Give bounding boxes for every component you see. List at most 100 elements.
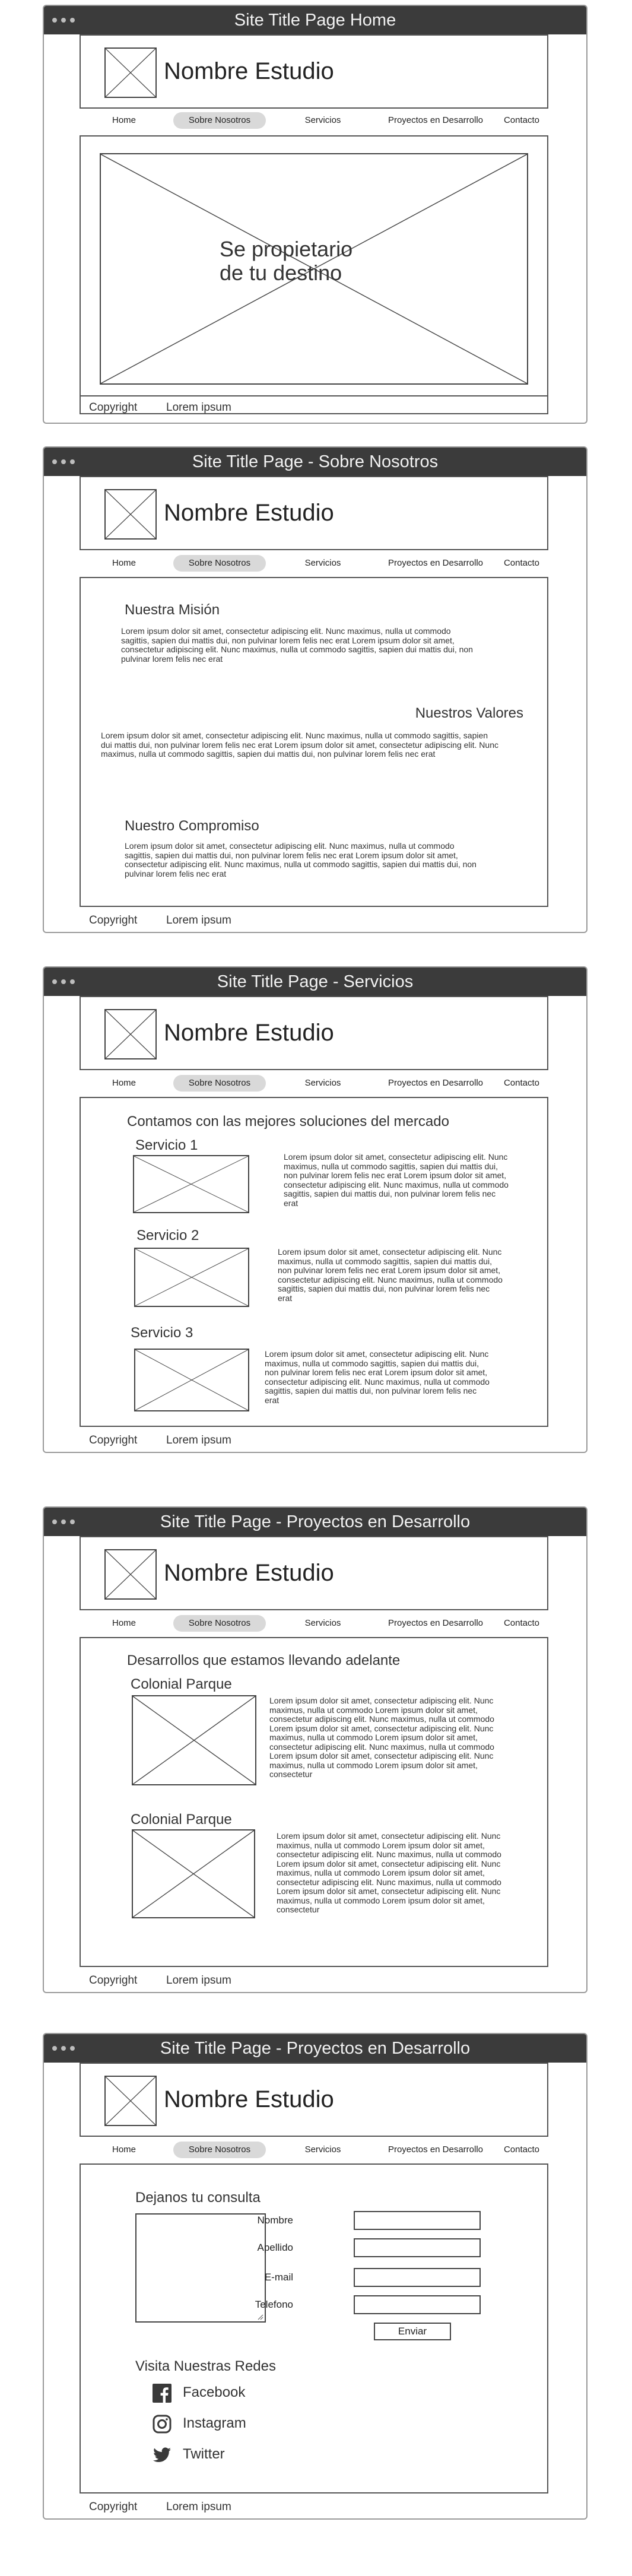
mision-title: Nuestra Misión (125, 602, 220, 618)
facebook-icon[interactable] (152, 2383, 172, 2403)
nav-sobre-nosotros[interactable]: Sobre Nosotros (173, 555, 266, 572)
service-1-title: Servicio 1 (135, 1137, 198, 1153)
instagram-icon[interactable] (152, 2414, 172, 2434)
project-1-text: Lorem ipsum dolor sit amet, consectetur … (269, 1696, 494, 1779)
service-3-text: Lorem ipsum dolor sit amet, consectetur … (265, 1349, 490, 1405)
hero-section: Se propietario de tu destino Copyright L… (80, 135, 548, 414)
project-2-title: Colonial Parque (131, 1812, 232, 1828)
enviar-button[interactable]: Enviar (374, 2323, 451, 2340)
nav-home[interactable]: Home (103, 1615, 145, 1632)
service-1-image (133, 1155, 249, 1213)
main-nav: Home Sobre Nosotros Servicios Proyectos … (80, 2140, 548, 2159)
nav-home[interactable]: Home (103, 1075, 145, 1092)
nav-home[interactable]: Home (103, 555, 145, 572)
telefono-input[interactable] (354, 2295, 481, 2314)
nav-sobre-nosotros[interactable]: Sobre Nosotros (173, 1075, 266, 1092)
footer-copyright: Copyright (89, 401, 138, 414)
brand-name: Nombre Estudio (164, 58, 334, 84)
social-title: Visita Nuestras Redes (135, 2358, 276, 2374)
nombre-input[interactable] (354, 2211, 481, 2230)
window-controls[interactable] (52, 2034, 75, 2063)
nav-sobre-nosotros[interactable]: Sobre Nosotros (173, 2142, 266, 2158)
about-section: Nuestra Misión Lorem ipsum dolor sit ame… (80, 577, 548, 907)
main-nav: Home Sobre Nosotros Servicios Proyectos … (80, 553, 548, 572)
nav-home[interactable]: Home (103, 112, 145, 129)
nav-contacto[interactable]: Contacto (495, 2142, 548, 2158)
footer-copyright: Copyright (89, 914, 138, 927)
compromiso-title: Nuestro Compromiso (125, 818, 259, 834)
footer-lorem: Lorem ipsum (166, 401, 231, 414)
twitter-link[interactable]: Twitter (183, 2446, 225, 2463)
window-title: Site Title Page - Sobre Nosotros (192, 452, 439, 471)
brand-name: Nombre Estudio (164, 1020, 334, 1046)
services-section: Contamos con las mejores soluciones del … (80, 1097, 548, 1427)
valores-title: Nuestros Valores (415, 705, 523, 721)
window-titlebar: Site Title Page Home (44, 6, 586, 34)
nav-contacto[interactable]: Contacto (495, 112, 548, 129)
window-controls[interactable] (52, 1508, 75, 1536)
footer-lorem: Lorem ipsum (166, 1974, 231, 1987)
hero-line-2: de tu destino (220, 261, 342, 285)
nav-proyectos[interactable]: Proyectos en Desarrollo (376, 555, 495, 572)
window-sobre-nosotros: Site Title Page - Sobre Nosotros Nombre … (43, 446, 587, 933)
nav-servicios[interactable]: Servicios (293, 2142, 352, 2158)
window-titlebar: Site Title Page - Sobre Nosotros (44, 448, 586, 476)
form-title: Dejanos tu consulta (135, 2190, 261, 2206)
brand-name: Nombre Estudio (164, 2086, 334, 2112)
project-1-image (132, 1695, 256, 1785)
nav-proyectos[interactable]: Proyectos en Desarrollo (376, 2142, 495, 2158)
service-2-image (134, 1248, 249, 1307)
nav-proyectos[interactable]: Proyectos en Desarrollo (376, 112, 495, 129)
nav-sobre-nosotros[interactable]: Sobre Nosotros (173, 1615, 266, 1632)
window-controls[interactable] (52, 448, 75, 476)
resize-grip-icon[interactable] (256, 2313, 263, 2320)
nav-contacto[interactable]: Contacto (495, 555, 548, 572)
logo-placeholder (104, 1549, 157, 1600)
service-3-title: Servicio 3 (131, 1325, 193, 1341)
instagram-link[interactable]: Instagram (183, 2415, 246, 2432)
nav-contacto[interactable]: Contacto (495, 1075, 548, 1092)
window-titlebar: Site Title Page - Servicios (44, 967, 586, 996)
nav-servicios[interactable]: Servicios (293, 112, 352, 129)
window-controls[interactable] (52, 6, 75, 34)
apellido-input[interactable] (354, 2238, 481, 2257)
facebook-link[interactable]: Facebook (183, 2384, 245, 2401)
nav-servicios[interactable]: Servicios (293, 555, 352, 572)
window-title: Site Title Page - Servicios (217, 972, 414, 991)
window-controls[interactable] (52, 967, 75, 996)
field-label-nombre: Nombre (257, 2215, 293, 2226)
nav-sobre-nosotros[interactable]: Sobre Nosotros (173, 112, 266, 129)
window-proyectos: Site Title Page - Proyectos en Desarroll… (43, 1506, 587, 1993)
site-header: Nombre Estudio (80, 34, 548, 109)
footer-lorem: Lorem ipsum (166, 1434, 231, 1446)
projects-section: Desarrollos que estamos llevando adelant… (80, 1637, 548, 1967)
project-1-title: Colonial Parque (131, 1676, 232, 1692)
window-titlebar: Site Title Page - Proyectos en Desarroll… (44, 2034, 586, 2063)
brand-name: Nombre Estudio (164, 500, 334, 526)
email-input[interactable] (354, 2268, 481, 2287)
main-nav: Home Sobre Nosotros Servicios Proyectos … (80, 110, 548, 129)
nav-home[interactable]: Home (103, 2142, 145, 2158)
window-title: Site Title Page - Proyectos en Desarroll… (160, 2039, 471, 2058)
nav-contacto[interactable]: Contacto (495, 1615, 548, 1632)
project-2-image (132, 1829, 255, 1918)
site-header: Nombre Estudio (80, 1536, 548, 1610)
site-header: Nombre Estudio (80, 2063, 548, 2137)
nav-servicios[interactable]: Servicios (293, 1075, 352, 1092)
window-title: Site Title Page Home (234, 11, 396, 30)
footer-copyright: Copyright (89, 1434, 138, 1446)
footer-copyright: Copyright (89, 1974, 138, 1987)
service-3-image (134, 1349, 249, 1411)
nav-proyectos[interactable]: Proyectos en Desarrollo (376, 1615, 495, 1632)
logo-placeholder (104, 1009, 157, 1059)
window-contacto: Site Title Page - Proyectos en Desarroll… (43, 2033, 587, 2520)
logo-placeholder (104, 47, 157, 98)
window-servicios: Site Title Page - Servicios Nombre Estud… (43, 966, 587, 1453)
nav-servicios[interactable]: Servicios (293, 1615, 352, 1632)
twitter-icon[interactable] (152, 2445, 172, 2465)
field-label-email: E-mail (264, 2272, 293, 2283)
nav-proyectos[interactable]: Proyectos en Desarrollo (376, 1075, 495, 1092)
service-1-text: Lorem ipsum dolor sit amet, consectetur … (284, 1152, 509, 1208)
field-label-apellido: Apellido (257, 2242, 294, 2253)
services-heading: Contamos con las mejores soluciones del … (127, 1113, 449, 1130)
